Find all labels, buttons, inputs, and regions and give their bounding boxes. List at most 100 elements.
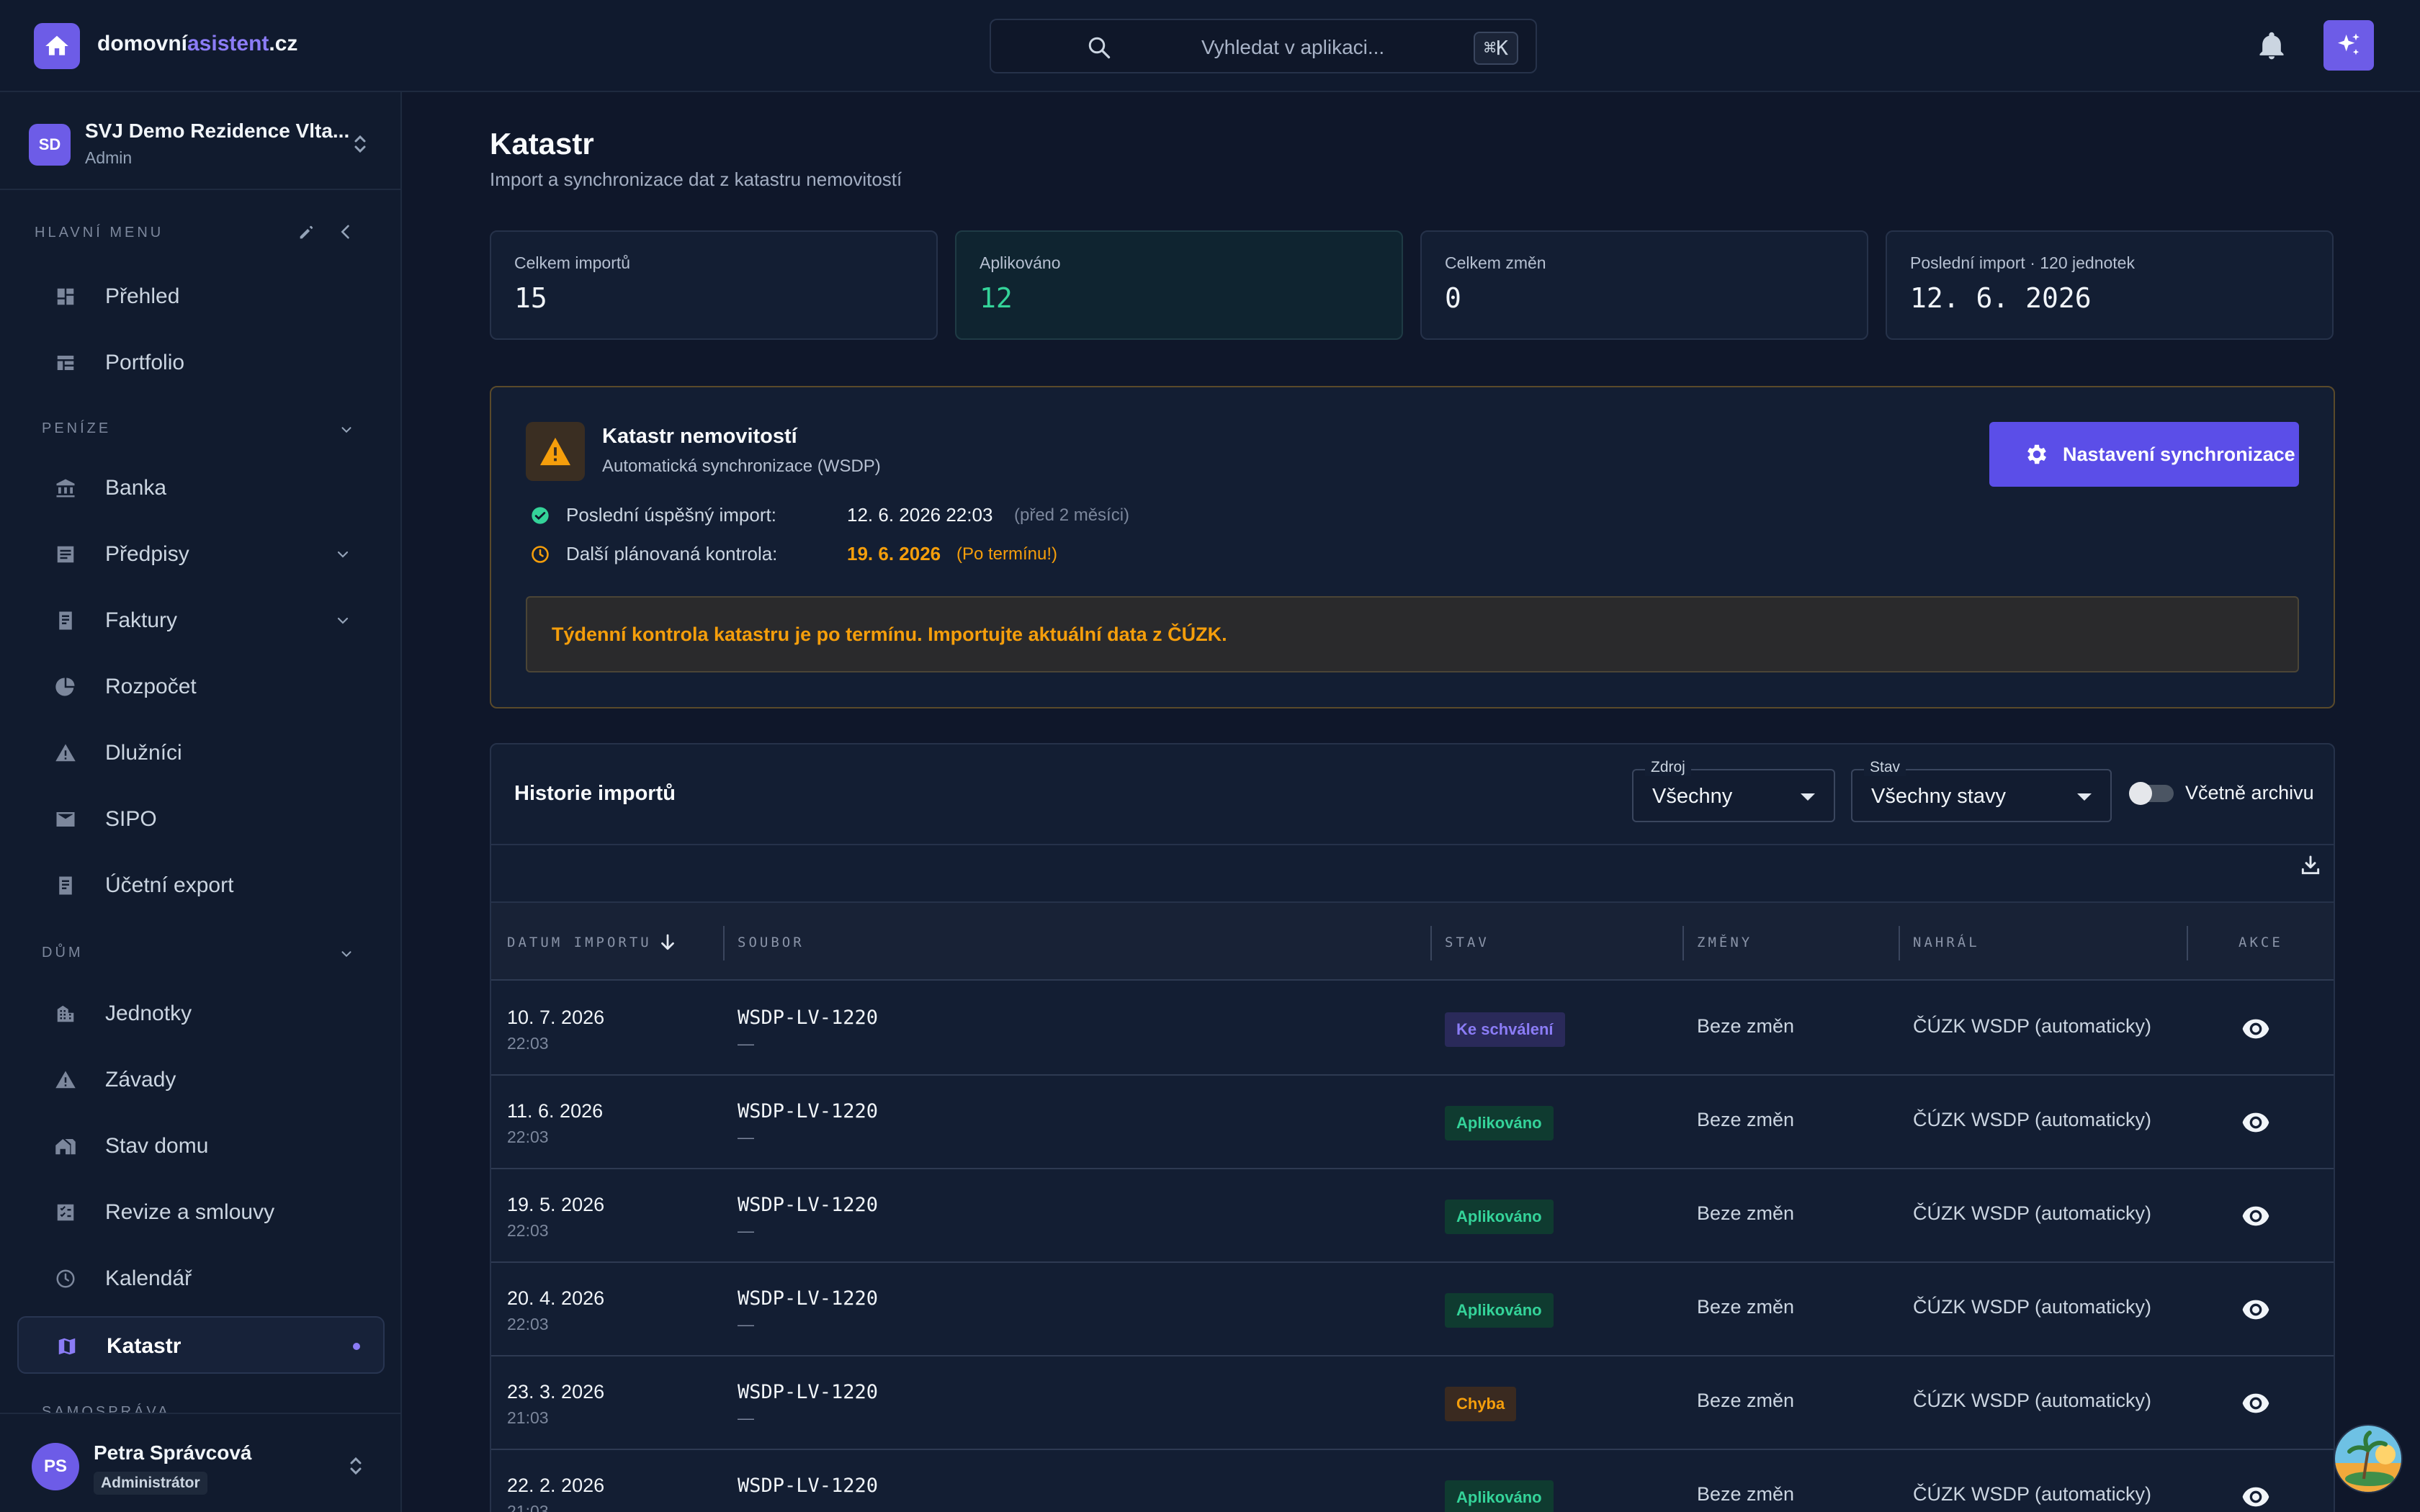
sidebar-item-rozpocet[interactable]: Rozpočet xyxy=(17,658,385,716)
view-eye-icon[interactable] xyxy=(2241,1112,2270,1133)
import-date: 19. 5. 2026 xyxy=(507,1194,605,1215)
sidebar-item-zavady[interactable]: Závady xyxy=(17,1051,385,1109)
sidebar-item-label: Předpisy xyxy=(105,542,189,566)
gear-icon xyxy=(2027,444,2047,464)
uploader-value: ČÚZK WSDP (automaticky) xyxy=(1913,1296,2152,1318)
table-row[interactable]: 20. 4. 2026 22:03 WSDP-LV-1220 — Aplikov… xyxy=(491,1263,2334,1356)
view-eye-icon[interactable] xyxy=(2241,1018,2270,1040)
bank-icon xyxy=(55,477,76,499)
file-sub: — xyxy=(738,1128,754,1146)
house-icon xyxy=(55,1135,76,1157)
stat-value: 12. 6. 2026 xyxy=(1910,282,2092,314)
source-filter-select[interactable]: Zdroj Všechny xyxy=(1632,759,1835,822)
assistant-avatar-button[interactable] xyxy=(2334,1424,2403,1493)
sidebar-item-stav-domu[interactable]: Stav domu xyxy=(17,1117,385,1175)
view-eye-icon[interactable] xyxy=(2241,1205,2270,1227)
org-role: Admin xyxy=(85,148,133,167)
stat-label: Celkem změn xyxy=(1445,253,1546,272)
download-icon[interactable] xyxy=(2299,854,2322,877)
table-row[interactable]: 23. 3. 2026 21:03 WSDP-LV-1220 — Chyba B… xyxy=(491,1356,2334,1450)
overdue-note: (Po termínu!) xyxy=(956,544,1058,564)
status-badge: Chyba xyxy=(1445,1387,1517,1421)
page-subtitle: Import a synchronizace dat z katastru ne… xyxy=(490,168,902,190)
changes-value: Beze změn xyxy=(1697,1202,1795,1224)
status-badge: Aplikováno xyxy=(1445,1106,1554,1140)
sidebar-item-jednotky[interactable]: Jednotky xyxy=(17,985,385,1043)
chevron-down-icon[interactable] xyxy=(339,946,354,962)
import-time: 22:03 xyxy=(507,1034,549,1053)
building-icon xyxy=(55,1003,76,1025)
table-row[interactable]: 19. 5. 2026 22:03 WSDP-LV-1220 — Aplikov… xyxy=(491,1169,2334,1263)
file-sub: — xyxy=(738,1221,754,1240)
divider xyxy=(491,844,2334,845)
view-eye-icon[interactable] xyxy=(2241,1392,2270,1414)
notifications-bell-icon[interactable] xyxy=(2256,30,2287,62)
stat-card-total-changes: Celkem změn 0 xyxy=(1420,230,1868,340)
sidebar-item-faktury[interactable]: Faktury xyxy=(17,592,385,649)
column-header-changes[interactable]: ZMĚNY xyxy=(1697,935,1752,950)
column-header-state[interactable]: STAV xyxy=(1445,935,1489,950)
column-header-file[interactable]: SOUBOR xyxy=(738,935,805,950)
table-row[interactable]: 11. 6. 2026 22:03 WSDP-LV-1220 — Aplikov… xyxy=(491,1076,2334,1169)
chevron-down-icon[interactable] xyxy=(339,422,354,438)
column-header-date[interactable]: DATUM IMPORTU xyxy=(507,935,652,950)
edit-menu-icon[interactable] xyxy=(297,222,317,242)
sidebar-item-kalendar[interactable]: Kalendář xyxy=(17,1250,385,1308)
user-avatar: PS xyxy=(32,1443,79,1490)
section-label-main: HLAVNÍ MENU xyxy=(35,225,164,240)
sidebar-item-ucetni-export[interactable]: Účetní export xyxy=(17,857,385,914)
last-import-note: (před 2 měsíci) xyxy=(1014,505,1130,525)
column-header-uploader[interactable]: NAHRÁL xyxy=(1913,935,1980,950)
sync-settings-label: Nastavení synchronizace xyxy=(2063,443,2295,465)
file-name: WSDP-LV-1220 xyxy=(738,1287,879,1310)
sync-settings-button[interactable]: Nastavení synchronizace xyxy=(1989,422,2299,487)
status-badge: Ke schválení xyxy=(1445,1012,1565,1047)
stat-value: 15 xyxy=(514,282,547,314)
home-logo-icon[interactable] xyxy=(34,23,80,69)
changes-value: Beze změn xyxy=(1697,1390,1795,1411)
user-menu[interactable]: PS Petra Správcová Administrátor xyxy=(0,1413,400,1512)
collapse-sidebar-icon[interactable] xyxy=(336,222,356,242)
sidebar-item-predpisy[interactable]: Předpisy xyxy=(17,526,385,583)
katastr-subtitle: Automatická synchronizace (WSDP) xyxy=(602,456,881,476)
sidebar-item-revize[interactable]: Revize a smlouvy xyxy=(17,1184,385,1241)
stat-label: Poslední import · 120 jednotek xyxy=(1910,253,2135,272)
column-separator xyxy=(723,926,725,960)
next-check-label: Další plánovaná kontrola: xyxy=(566,543,778,564)
checklist-icon xyxy=(55,1202,76,1223)
status-badge: Aplikováno xyxy=(1445,1293,1554,1328)
sidebar-item-prehled[interactable]: Přehled xyxy=(17,268,385,325)
changes-value: Beze změn xyxy=(1697,1015,1795,1037)
source-filter-label: Zdroj xyxy=(1645,759,1691,776)
status-badge: Aplikováno xyxy=(1445,1200,1554,1234)
file-name: WSDP-LV-1220 xyxy=(738,1381,879,1403)
file-name: WSDP-LV-1220 xyxy=(738,1100,879,1122)
sort-arrow-down-icon[interactable] xyxy=(657,932,678,953)
file-name: WSDP-LV-1220 xyxy=(738,1007,879,1029)
sidebar-item-katastr[interactable]: Katastr xyxy=(17,1316,385,1374)
sidebar-item-dluznici[interactable]: Dlužníci xyxy=(17,724,385,782)
sidebar-item-banka[interactable]: Banka xyxy=(17,459,385,517)
sidebar-item-label: Přehled xyxy=(105,284,180,308)
app-logo-text[interactable]: domovníasistent.cz xyxy=(97,32,297,56)
sidebar-item-label: Portfolio xyxy=(105,351,185,374)
chevron-down-icon xyxy=(334,612,351,629)
org-switcher[interactable]: SD SVJ Demo Rezidence Vlta... Admin xyxy=(0,92,400,190)
sidebar-item-label: Rozpočet xyxy=(105,675,197,698)
ai-assistant-button[interactable] xyxy=(2323,20,2374,71)
view-eye-icon[interactable] xyxy=(2241,1299,2270,1320)
archive-toggle[interactable] xyxy=(2129,782,2174,805)
table-row[interactable]: 10. 7. 2026 22:03 WSDP-LV-1220 — Ke schv… xyxy=(491,982,2334,1076)
table-row[interactable]: 22. 2. 2026 21:03 WSDP-LV-1220 — Aplikov… xyxy=(491,1450,2334,1512)
dropdown-caret-icon xyxy=(2077,793,2092,801)
search-placeholder: Vyhledat v aplikaci... xyxy=(1201,36,1385,58)
import-time: 21:03 xyxy=(507,1502,549,1512)
sidebar-item-sipo[interactable]: SIPO xyxy=(17,791,385,848)
state-filter-select[interactable]: Stav Všechny stavy xyxy=(1851,759,2112,822)
sidebar-item-portfolio[interactable]: Portfolio xyxy=(17,334,385,392)
stat-value: 0 xyxy=(1445,282,1461,314)
stat-value: 12 xyxy=(980,282,1013,314)
portfolio-icon xyxy=(55,352,76,374)
search-input[interactable]: Vyhledat v aplikaci... ⌘K xyxy=(990,19,1537,73)
view-eye-icon[interactable] xyxy=(2241,1486,2270,1508)
